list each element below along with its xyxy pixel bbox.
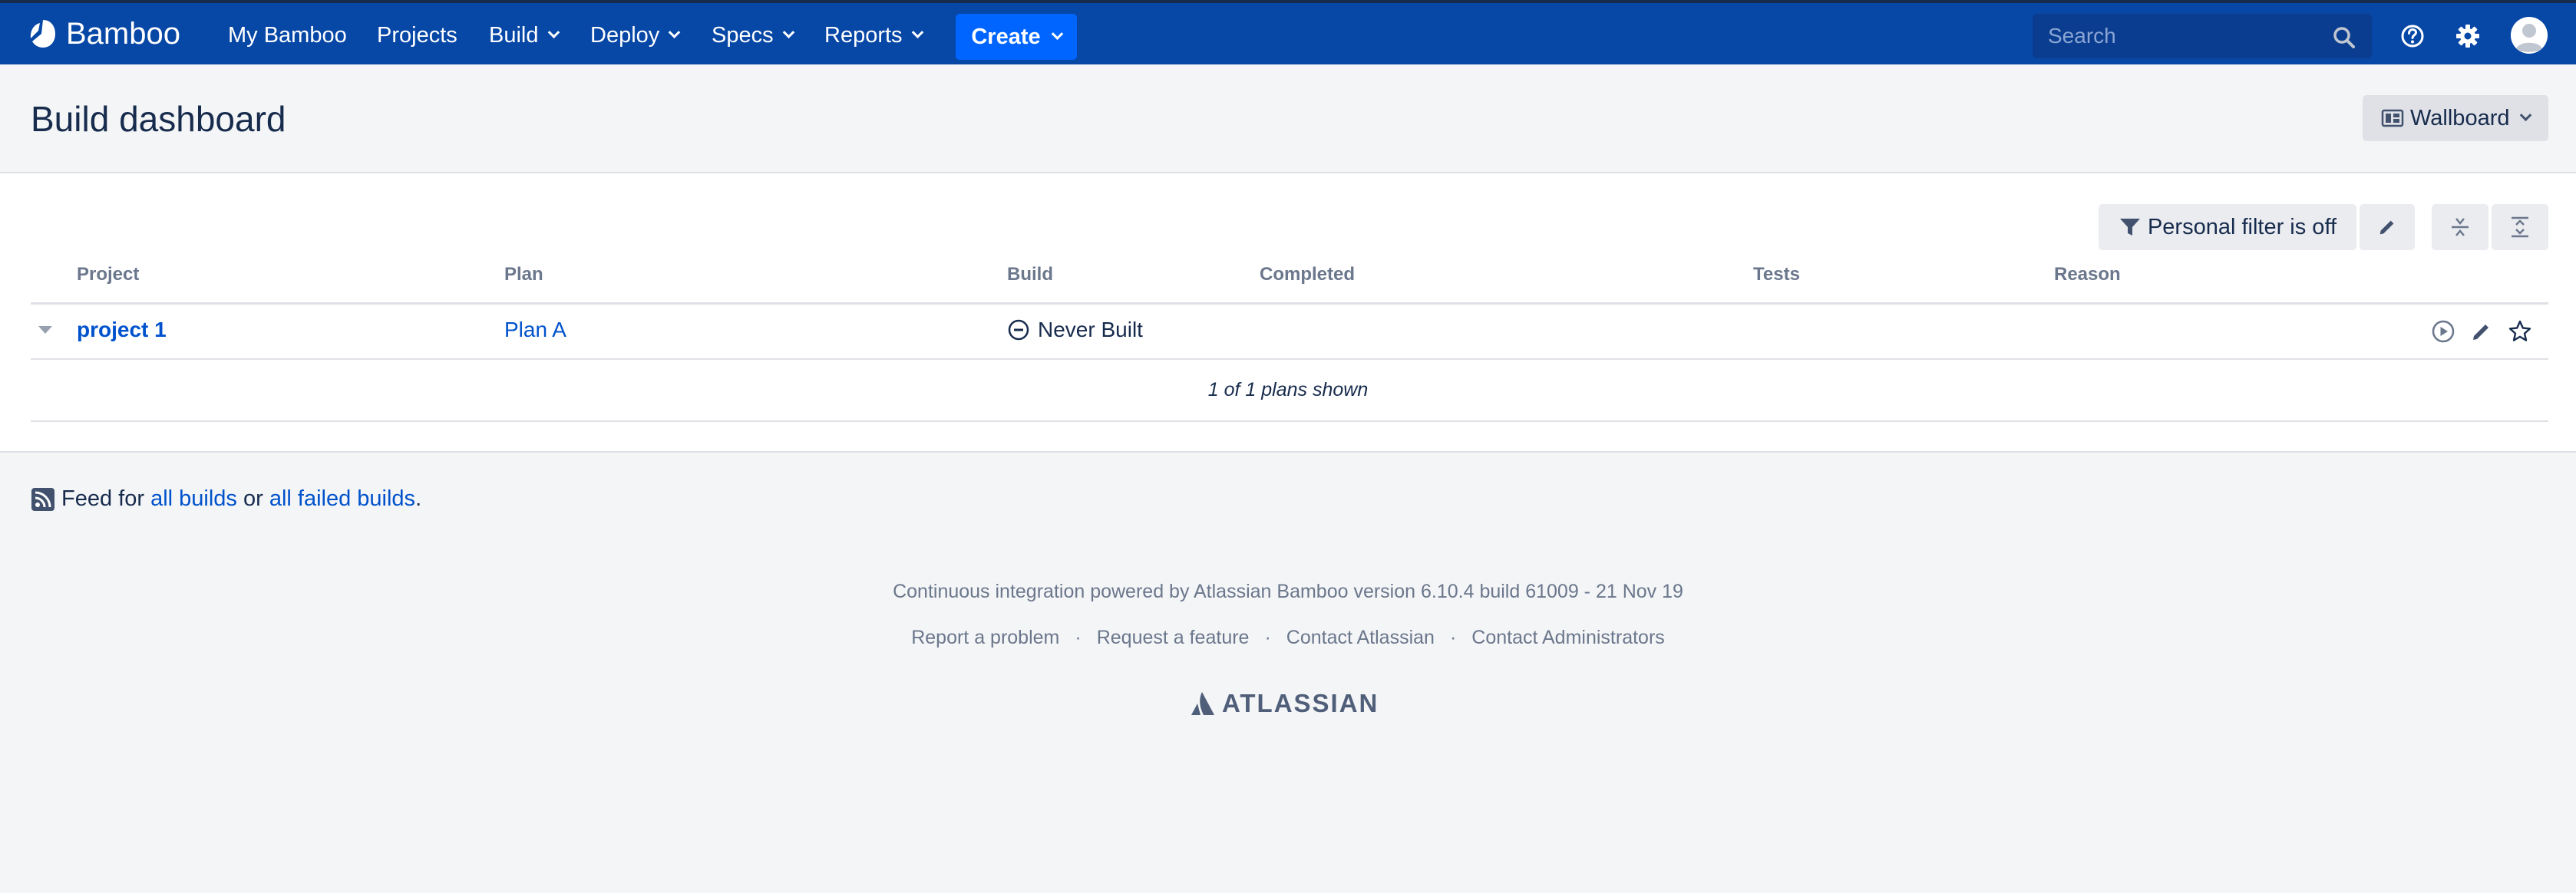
run-plan-icon[interactable]	[2431, 319, 2455, 344]
edit-filter-button[interactable]	[2360, 204, 2415, 250]
feed-line: Feed for all builds or all failed builds…	[31, 486, 421, 512]
user-avatar-icon	[2511, 17, 2548, 54]
personal-filter-button[interactable]: Personal filter is off	[2099, 204, 2356, 250]
collapse-toggle-icon[interactable]	[38, 326, 52, 334]
collapse-icon	[2452, 218, 2469, 236]
report-problem-link[interactable]: Report a problem	[911, 627, 1059, 648]
row-divider	[31, 358, 2548, 360]
chevron-down-icon	[669, 25, 681, 38]
page-header: Build dashboard Wallboard	[0, 64, 2576, 173]
nav-label: My Bamboo	[228, 23, 347, 48]
nav-specs[interactable]: Specs	[712, 20, 794, 51]
help-icon[interactable]	[2399, 23, 2426, 49]
nav-projects[interactable]: Projects	[377, 20, 457, 51]
atlassian-logo-icon	[1191, 692, 1214, 715]
all-builds-link[interactable]: all builds	[150, 486, 237, 512]
chevron-down-icon	[1051, 27, 1063, 40]
contact-administrators-link[interactable]: Contact Administrators	[1471, 627, 1665, 648]
page-title: Build dashboard	[31, 99, 286, 139]
footer-separator: ·	[1264, 627, 1271, 648]
all-failed-builds-link[interactable]: all failed builds	[269, 486, 415, 512]
column-header-reason: Reason	[2054, 264, 2121, 285]
gear-icon[interactable]	[2455, 23, 2481, 49]
chevron-down-icon	[782, 25, 794, 38]
create-label: Create	[971, 24, 1041, 49]
wallboard-label: Wallboard	[2410, 105, 2510, 130]
top-navigation-bar: Bamboo My Bamboo Projects Build Deploy S…	[0, 0, 2576, 64]
nav-label: Specs	[712, 23, 774, 48]
build-status-label: Never Built	[1038, 318, 1143, 341]
filter-icon	[2119, 219, 2140, 236]
wallboard-button[interactable]: Wallboard	[2363, 95, 2548, 141]
nav-label: Build	[489, 23, 539, 48]
edit-plan-icon[interactable]	[2469, 319, 2494, 344]
search-box	[2033, 14, 2372, 58]
footer-separator: ·	[1449, 627, 1457, 648]
never-built-icon	[1008, 319, 1029, 341]
chevron-down-icon	[547, 25, 560, 38]
nav-deploy[interactable]: Deploy	[590, 20, 681, 51]
bamboo-logo-icon	[30, 20, 55, 48]
summary-divider	[31, 420, 2548, 422]
column-header-build: Build	[1007, 264, 1053, 285]
request-feature-link[interactable]: Request a feature	[1097, 627, 1250, 648]
contact-atlassian-link[interactable]: Contact Atlassian	[1286, 627, 1435, 648]
build-status: Never Built	[1007, 318, 1143, 342]
create-button[interactable]: Create	[956, 14, 1077, 60]
chevron-down-icon	[2520, 108, 2532, 121]
nav-reports[interactable]: Reports	[824, 20, 923, 51]
powered-by-text: Continuous integration powered by Atlass…	[893, 581, 1683, 602]
plan-link[interactable]: Plan A	[504, 318, 566, 342]
pencil-icon	[2379, 220, 2394, 235]
nav-label: Deploy	[590, 23, 660, 48]
expand-all-button[interactable]	[2492, 204, 2548, 250]
feed-suffix: .	[415, 486, 422, 511]
bamboo-logo-text: Bamboo	[66, 16, 180, 51]
footer-separator: ·	[1075, 627, 1082, 648]
nav-label: Reports	[824, 23, 903, 48]
plans-summary: 1 of 1 plans shown	[1207, 379, 1369, 400]
nav-label: Projects	[377, 23, 457, 48]
rss-feed-icon	[31, 487, 54, 511]
column-header-completed: Completed	[1260, 264, 1356, 285]
favourite-star-icon[interactable]	[2508, 319, 2532, 344]
feed-prefix: Feed for	[61, 486, 144, 511]
feed-or: or	[243, 486, 263, 511]
wallboard-icon	[2381, 109, 2404, 127]
table-header-divider	[31, 302, 2548, 305]
project-link[interactable]: project 1	[77, 318, 167, 342]
search-icon[interactable]	[2333, 26, 2356, 49]
user-avatar[interactable]	[2511, 17, 2548, 54]
atlassian-wordmark: ATLASSIAN	[1222, 689, 1379, 717]
search-input[interactable]	[2033, 14, 2324, 58]
atlassian-logo[interactable]: ATLASSIAN	[1190, 689, 1379, 718]
nav-my-bamboo[interactable]: My Bamboo	[228, 20, 347, 51]
collapse-all-button[interactable]	[2432, 204, 2488, 250]
filter-label: Personal filter is off	[2147, 214, 2337, 239]
column-header-project: Project	[77, 264, 140, 285]
bamboo-logo[interactable]: Bamboo	[28, 15, 180, 52]
footer-links: Report a problem · Request a feature · Conta…	[0, 627, 2576, 649]
expand-icon	[2512, 216, 2528, 238]
dashboard-panel: Personal filter is off Project Plan Buil…	[0, 173, 2576, 453]
nav-build[interactable]: Build	[489, 20, 560, 51]
column-header-plan: Plan	[504, 264, 543, 285]
chevron-down-icon	[911, 25, 923, 38]
column-header-tests: Tests	[1753, 264, 1800, 285]
